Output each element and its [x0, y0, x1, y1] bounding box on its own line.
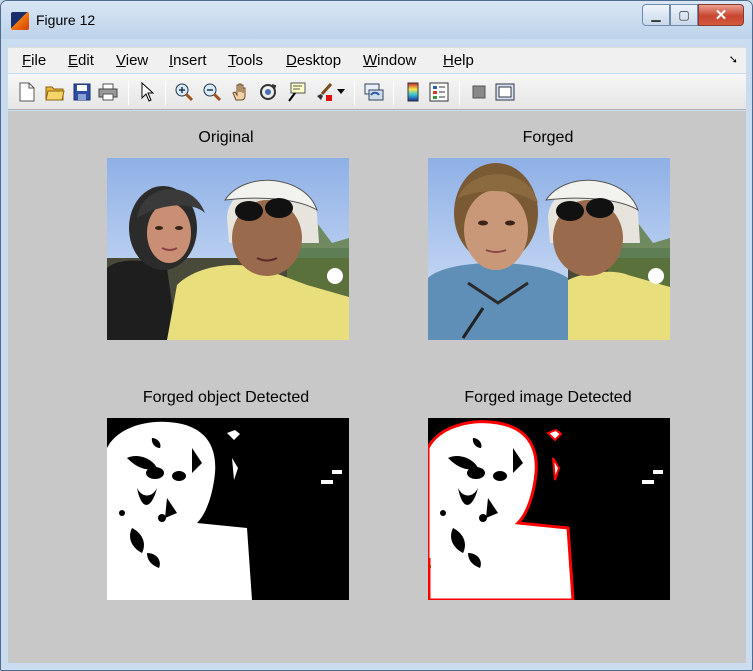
menu-insert[interactable]: Insert — [169, 52, 207, 69]
window-title: Figure 12 — [36, 12, 96, 28]
figure-toolbar — [8, 74, 746, 110]
image-forged — [428, 158, 670, 340]
figure-canvas: Original Forged Forged object Detected F… — [8, 111, 746, 663]
edit-plot-arrow-icon[interactable] — [136, 81, 158, 103]
zoom-out-icon[interactable] — [201, 81, 223, 103]
close-button[interactable]: ✕ — [698, 4, 744, 26]
matlab-logo-icon — [11, 12, 29, 30]
hide-plot-tools-icon[interactable] — [468, 81, 490, 103]
pan-hand-icon[interactable] — [229, 81, 251, 103]
axes-title-forged: Forged — [522, 129, 574, 146]
brush-icon[interactable] — [313, 81, 335, 103]
image-forged-object-mask — [107, 418, 349, 600]
brush-dropdown-icon[interactable] — [335, 81, 347, 103]
zoom-in-icon[interactable] — [173, 81, 195, 103]
figure-window: Figure 12 ▁ ▢ ✕ File Edit View Insert To… — [0, 0, 753, 671]
colorbar-icon[interactable] — [402, 81, 424, 103]
caption-buttons: ▁ ▢ ✕ — [642, 4, 744, 26]
maximize-button[interactable]: ▢ — [670, 4, 698, 26]
menu-file[interactable]: File — [22, 52, 46, 69]
print-icon[interactable] — [97, 81, 119, 103]
menu-window[interactable]: Window — [363, 52, 416, 69]
axes-title-forged-image-detected: Forged image Detected — [464, 389, 632, 406]
menu-help[interactable]: Help — [443, 52, 474, 69]
menu-edit[interactable]: Edit — [68, 52, 94, 69]
minimize-button[interactable]: ▁ — [642, 4, 670, 26]
menu-bar: File Edit View Insert Tools Desktop Wind… — [8, 47, 746, 73]
data-cursor-icon[interactable] — [285, 81, 307, 103]
title-bar[interactable]: Figure 12 ▁ ▢ ✕ — [1, 1, 752, 39]
menu-tools[interactable]: Tools — [228, 52, 263, 69]
open-file-icon[interactable] — [44, 81, 66, 103]
new-figure-icon[interactable] — [16, 81, 38, 103]
axes-title-forged-object-detected: Forged object Detected — [142, 389, 310, 406]
image-forged-region-outline — [428, 418, 670, 600]
menu-desktop[interactable]: Desktop — [286, 52, 341, 69]
dock-arrow-icon[interactable]: ➘ — [729, 53, 738, 66]
show-plot-tools-icon[interactable] — [494, 81, 516, 103]
axes-title-original: Original — [198, 129, 254, 146]
save-icon[interactable] — [71, 81, 93, 103]
rotate-3d-icon[interactable] — [257, 81, 279, 103]
legend-icon[interactable] — [428, 81, 450, 103]
link-plot-icon[interactable] — [363, 81, 385, 103]
image-original — [107, 158, 349, 340]
menu-view[interactable]: View — [116, 52, 148, 69]
